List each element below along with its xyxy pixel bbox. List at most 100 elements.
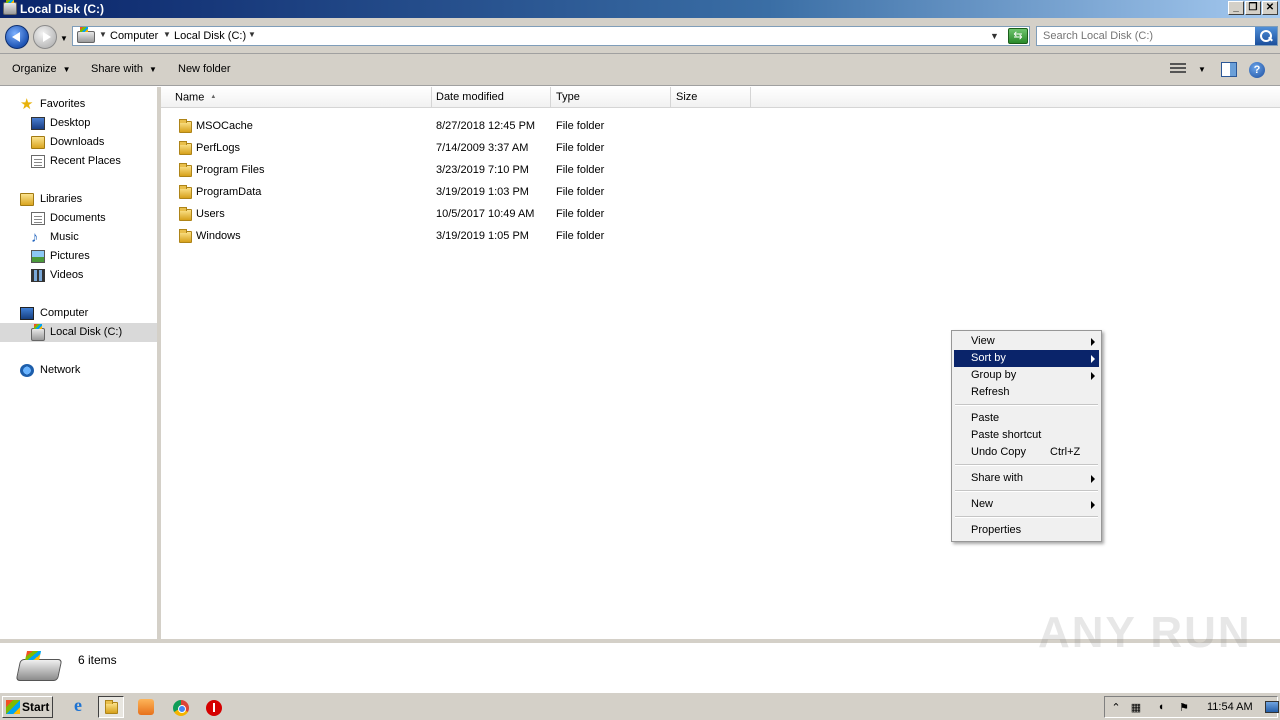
- nav-libraries[interactable]: Libraries: [0, 190, 157, 209]
- pictures-icon: [31, 250, 45, 263]
- file-row[interactable]: ProgramData 3/19/2019 1:03 PM File folde…: [161, 181, 761, 203]
- recent-pages-dropdown-icon[interactable]: ▼: [60, 34, 68, 43]
- nav-item-local-disk[interactable]: Local Disk (C:): [0, 323, 157, 342]
- new-folder-button[interactable]: New folder: [178, 63, 231, 75]
- drive-icon: [3, 0, 17, 15]
- nav-label: Desktop: [50, 117, 91, 129]
- network-tray-icon[interactable]: ▦: [1129, 701, 1143, 714]
- menu-item-paste[interactable]: Paste: [954, 410, 1099, 427]
- sort-ascending-icon: ▲: [210, 94, 217, 100]
- column-header-date[interactable]: Date modified: [431, 87, 551, 108]
- menu-item-refresh[interactable]: Refresh: [954, 384, 1099, 401]
- nav-label: Local Disk (C:): [50, 326, 123, 338]
- share-with-button[interactable]: Share with ▼: [91, 63, 157, 75]
- forward-button[interactable]: [33, 25, 57, 49]
- nav-computer[interactable]: Computer: [0, 304, 157, 323]
- file-name: ProgramData: [196, 186, 262, 198]
- breadcrumb-arrow-icon[interactable]: ▼: [163, 30, 171, 39]
- search-box[interactable]: [1036, 26, 1278, 46]
- menu-item-sort-by[interactable]: Sort by: [954, 350, 1099, 367]
- nav-item-music[interactable]: ♪ Music: [0, 228, 157, 247]
- media-player-icon[interactable]: [136, 697, 158, 717]
- file-row[interactable]: Users 10/5/2017 10:49 AM File folder: [161, 203, 761, 225]
- column-header-size[interactable]: Size: [671, 87, 751, 108]
- file-row[interactable]: MSOCache 8/27/2018 12:45 PM File folder: [161, 115, 761, 137]
- restore-button[interactable]: ❐: [1245, 1, 1261, 15]
- folder-icon: [105, 700, 118, 714]
- menu-item-paste-shortcut[interactable]: Paste shortcut: [954, 427, 1099, 444]
- nav-item-desktop[interactable]: Desktop: [0, 114, 157, 133]
- back-button[interactable]: [5, 25, 29, 49]
- volume-icon[interactable]: ◖: [1154, 701, 1168, 714]
- clock[interactable]: 11:54 AM: [1207, 701, 1253, 713]
- menu-separator: [955, 464, 1098, 466]
- menu-item-view[interactable]: View: [954, 333, 1099, 350]
- file-row[interactable]: Windows 3/19/2019 1:05 PM File folder: [161, 225, 761, 247]
- menu-label: Sort by: [971, 352, 1006, 364]
- address-box[interactable]: ▼ Computer ▼ Local Disk (C:) ▼ ▼: [72, 26, 1030, 46]
- menu-item-share-with[interactable]: Share with: [954, 470, 1099, 487]
- submenu-arrow-icon: [1091, 355, 1095, 363]
- breadcrumb-computer[interactable]: Computer: [110, 30, 158, 42]
- file-type: File folder: [556, 208, 605, 220]
- breadcrumb-arrow-icon[interactable]: ▼: [248, 30, 256, 39]
- nav-network[interactable]: Network: [0, 361, 157, 380]
- breadcrumb-arrow-icon[interactable]: ▼: [99, 30, 107, 39]
- nav-favorites[interactable]: ★ Favorites: [0, 95, 157, 114]
- preview-pane-icon[interactable]: [1221, 62, 1237, 77]
- help-icon[interactable]: ?: [1249, 62, 1265, 78]
- menu-item-group-by[interactable]: Group by: [954, 367, 1099, 384]
- view-options-dropdown-icon[interactable]: ▼: [1198, 65, 1206, 74]
- nav-label: Downloads: [50, 136, 105, 148]
- show-hidden-icons-icon[interactable]: ⌃: [1109, 701, 1123, 714]
- close-button[interactable]: ✕: [1262, 1, 1278, 15]
- share-with-label: Share with: [91, 63, 143, 75]
- chevron-down-icon: ▼: [62, 65, 71, 74]
- internet-explorer-icon[interactable]: [70, 695, 92, 717]
- windows-logo-icon: [6, 700, 20, 714]
- nav-label: Network: [40, 364, 81, 376]
- submenu-arrow-icon: [1091, 475, 1095, 483]
- search-input[interactable]: [1037, 27, 1255, 45]
- title-bar[interactable]: Local Disk (C:) _ ❐ ✕: [0, 0, 1280, 18]
- menu-item-new[interactable]: New: [954, 496, 1099, 513]
- nav-label: Videos: [50, 269, 84, 281]
- menu-label: View: [971, 335, 995, 347]
- nav-item-recent-places[interactable]: Recent Places: [0, 152, 157, 171]
- breadcrumb-local-disk[interactable]: Local Disk (C:): [174, 30, 246, 42]
- action-center-flag-icon[interactable]: ⚑: [1177, 701, 1191, 714]
- column-header-type[interactable]: Type: [551, 87, 671, 108]
- column-header-name[interactable]: Name ▲: [170, 87, 432, 108]
- folder-icon: [179, 141, 192, 155]
- change-view-icon[interactable]: [1170, 63, 1186, 77]
- menu-shortcut: Ctrl+Z: [1050, 446, 1081, 458]
- column-headers: Name ▲ Date modified Type Size: [161, 87, 1280, 108]
- search-icon[interactable]: [1255, 27, 1277, 45]
- command-bar: Organize ▼ Share with ▼ New folder ▼ ?: [0, 54, 1280, 86]
- file-name: Users: [196, 208, 225, 220]
- nav-item-downloads[interactable]: Downloads: [0, 133, 157, 152]
- file-list[interactable]: Name ▲ Date modified Type Size MSOCache 8…: [161, 87, 1280, 639]
- menu-item-properties[interactable]: Properties: [954, 522, 1099, 539]
- chrome-icon[interactable]: [170, 697, 192, 717]
- refresh-icon[interactable]: ⇆: [1008, 28, 1028, 44]
- file-type: File folder: [556, 164, 605, 176]
- address-history-dropdown-icon[interactable]: ▼: [990, 31, 999, 41]
- desktop-icon: [31, 117, 45, 130]
- minimize-button[interactable]: _: [1228, 1, 1244, 15]
- file-row[interactable]: Program Files 3/23/2019 7:10 PM File fol…: [161, 159, 761, 181]
- show-desktop-icon[interactable]: [1265, 701, 1279, 713]
- nav-item-documents[interactable]: Documents: [0, 209, 157, 228]
- organize-button[interactable]: Organize ▼: [12, 63, 71, 75]
- folder-icon: [179, 185, 192, 199]
- windows-explorer-icon[interactable]: [98, 696, 124, 718]
- start-button[interactable]: Start: [2, 696, 53, 718]
- documents-icon: [31, 212, 45, 225]
- menu-item-undo-copy[interactable]: Undo Copy Ctrl+Z: [954, 444, 1099, 461]
- nav-item-videos[interactable]: Videos: [0, 266, 157, 285]
- security-app-icon[interactable]: [203, 697, 225, 717]
- menu-separator: [955, 516, 1098, 518]
- nav-item-pictures[interactable]: Pictures: [0, 247, 157, 266]
- file-row[interactable]: PerfLogs 7/14/2009 3:37 AM File folder: [161, 137, 761, 159]
- folder-icon: [179, 119, 192, 133]
